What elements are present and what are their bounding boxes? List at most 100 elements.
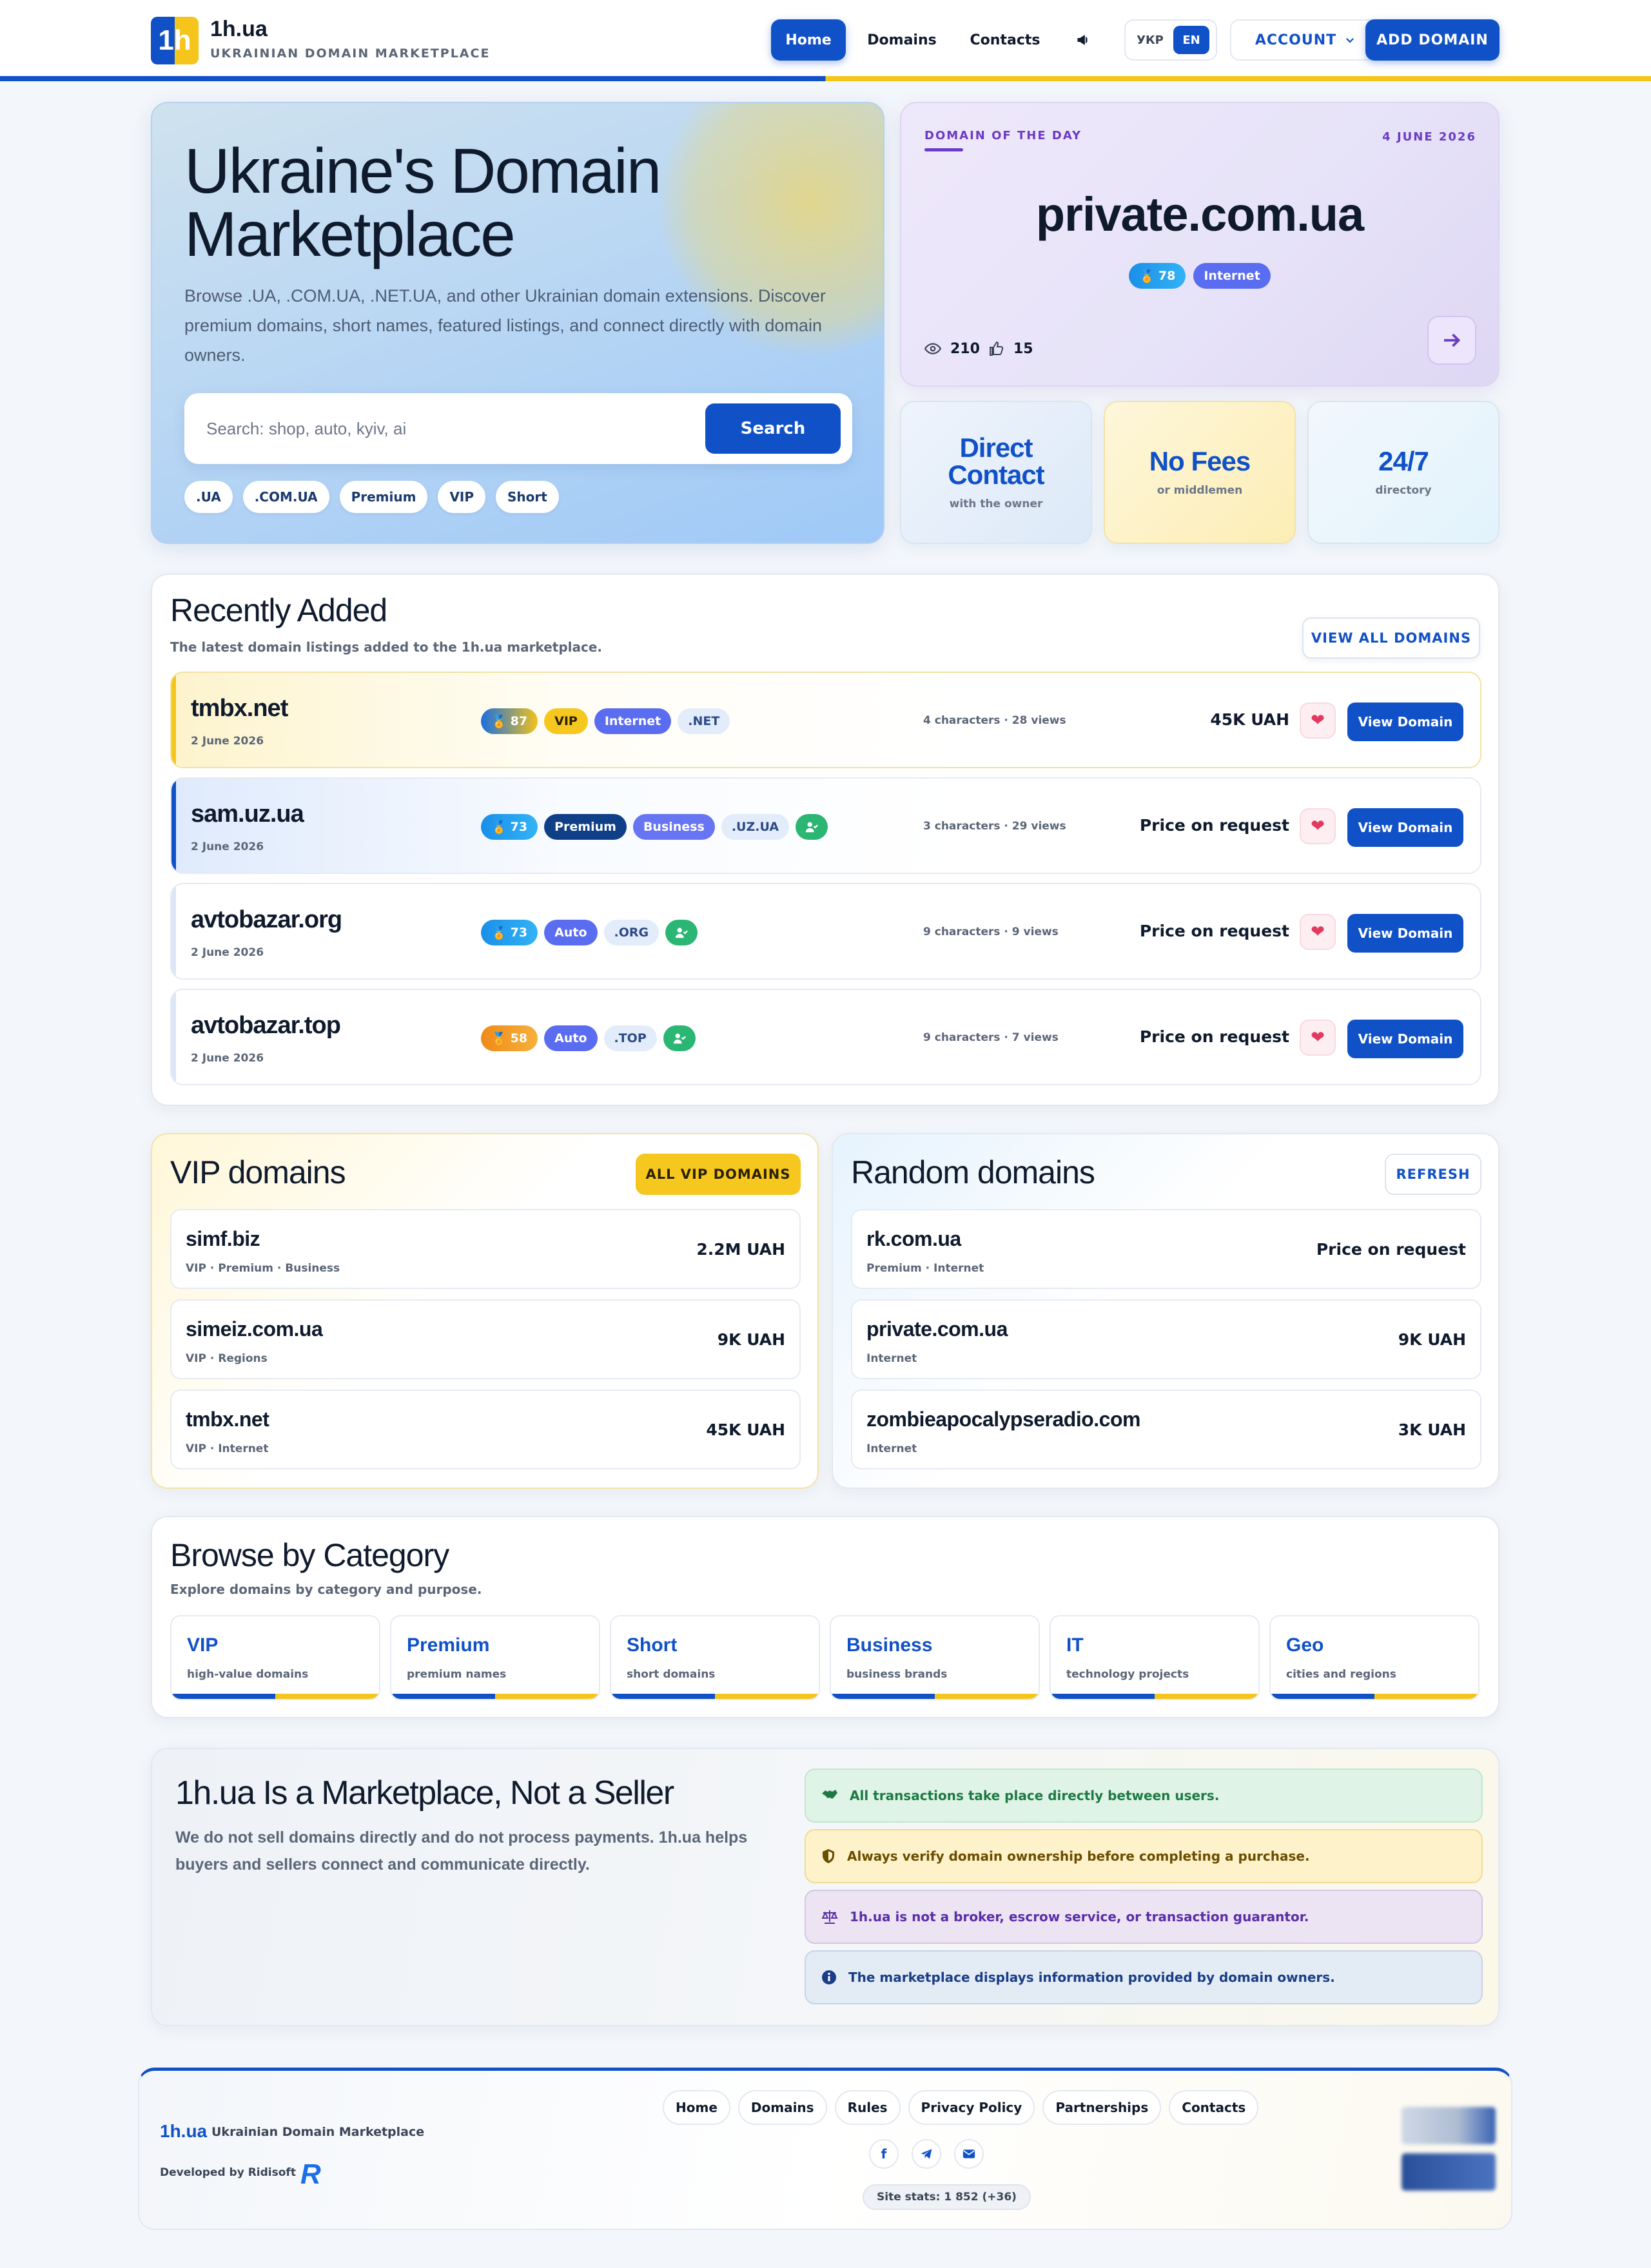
lang-en-button[interactable]: EN bbox=[1173, 26, 1209, 54]
domain-name[interactable]: rk.com.ua bbox=[866, 1227, 961, 1251]
email-icon[interactable] bbox=[954, 2139, 984, 2169]
medal-icon: 🏅 bbox=[491, 926, 507, 940]
domain-of-the-day-card[interactable]: DOMAIN OF THE DAY 4 JUNE 2026 private.co… bbox=[900, 102, 1500, 387]
domain-name[interactable]: simeiz.com.ua bbox=[186, 1317, 323, 1341]
domain-name[interactable]: tmbx.net bbox=[191, 695, 288, 722]
list-item[interactable]: simf.biz VIP · Premium · Business 2.2M U… bbox=[170, 1209, 801, 1289]
domain-price: 9K UAH bbox=[1398, 1330, 1466, 1349]
chip-ua[interactable]: .UA bbox=[184, 481, 233, 513]
domain-price: 9K UAH bbox=[717, 1330, 785, 1349]
domain-name[interactable]: tmbx.net bbox=[186, 1408, 269, 1431]
category-title: Premium bbox=[407, 1634, 490, 1656]
alert-text: The marketplace displays information pro… bbox=[848, 1970, 1335, 1985]
heart-icon[interactable]: ❤ bbox=[1300, 703, 1336, 739]
domain-name[interactable]: sam.uz.ua bbox=[191, 800, 304, 828]
heart-icon[interactable]: ❤ bbox=[1300, 914, 1336, 950]
account-label: ACCOUNT bbox=[1255, 32, 1337, 48]
lang-ukr-button[interactable]: УКР bbox=[1132, 26, 1168, 54]
list-item[interactable]: zombieapocalypseradio.com Internet 3K UA… bbox=[851, 1390, 1481, 1469]
heart-icon[interactable]: ❤ bbox=[1300, 808, 1336, 844]
view-all-domains-button[interactable]: VIEW ALL DOMAINS bbox=[1302, 617, 1480, 659]
list-item[interactable]: tmbx.net VIP · Internet 45K UAH bbox=[170, 1390, 801, 1469]
info-icon bbox=[822, 1970, 836, 1984]
category-short[interactable]: Short short domains bbox=[610, 1615, 820, 1700]
alert-not-broker: 1h.ua is not a broker, escrow service, o… bbox=[805, 1890, 1483, 1944]
section-subtitle: The latest domain listings added to the … bbox=[170, 639, 602, 655]
view-domain-button[interactable]: View Domain bbox=[1347, 1020, 1463, 1058]
list-item[interactable]: private.com.ua Internet 9K UAH bbox=[851, 1299, 1481, 1379]
nav-domains[interactable]: Domains bbox=[857, 19, 946, 61]
footer-link-domains[interactable]: Domains bbox=[738, 2090, 827, 2125]
feature-sub: with the owner bbox=[949, 498, 1043, 510]
view-domain-button[interactable]: View Domain bbox=[1347, 808, 1463, 847]
footer-link-contacts[interactable]: Contacts bbox=[1169, 2090, 1259, 2125]
domain-row[interactable]: avtobazar.org 2 June 2026 🏅 73 Auto .ORG … bbox=[170, 883, 1481, 980]
category-bar bbox=[171, 1694, 379, 1699]
telegram-icon[interactable] bbox=[912, 2139, 941, 2169]
footer-link-partnerships[interactable]: Partnerships bbox=[1042, 2090, 1162, 2125]
megaphone-icon[interactable] bbox=[1065, 19, 1104, 61]
category-vip[interactable]: VIP high-value domains bbox=[170, 1615, 380, 1700]
domain-meta: 9 characters · 7 views bbox=[923, 1031, 1059, 1044]
category-title: IT bbox=[1066, 1634, 1084, 1656]
category-sub: premium names bbox=[407, 1668, 507, 1681]
domain-name[interactable]: avtobazar.top bbox=[191, 1012, 341, 1040]
domain-badges: 🏅 58 Auto .TOP bbox=[481, 1025, 696, 1051]
payment-badge-image bbox=[1402, 2107, 1496, 2144]
category-sub: high-value domains bbox=[187, 1668, 309, 1681]
category-it[interactable]: IT technology projects bbox=[1050, 1615, 1260, 1700]
category-bar bbox=[831, 1694, 1039, 1699]
category-business[interactable]: Business business brands bbox=[830, 1615, 1040, 1700]
domain-price: Price on request bbox=[1139, 1027, 1289, 1046]
domain-name[interactable]: zombieapocalypseradio.com bbox=[866, 1408, 1140, 1431]
header-divider bbox=[0, 76, 1651, 81]
search-input[interactable] bbox=[206, 411, 683, 446]
nav-contacts[interactable]: Contacts bbox=[961, 19, 1050, 61]
domain-row[interactable]: tmbx.net 2 June 2026 🏅 87 VIP Internet .N… bbox=[170, 672, 1481, 768]
row-accent bbox=[171, 990, 176, 1084]
domain-date: 2 June 2026 bbox=[191, 840, 264, 853]
account-button[interactable]: ACCOUNT bbox=[1230, 19, 1381, 61]
chip-com-ua[interactable]: .COM.UA bbox=[242, 481, 329, 513]
developer-logo[interactable]: R bbox=[300, 2158, 321, 2191]
list-item[interactable]: rk.com.ua Premium · Internet Price on re… bbox=[851, 1209, 1481, 1289]
footer-link-home[interactable]: Home bbox=[663, 2090, 730, 2125]
chip-premium[interactable]: Premium bbox=[339, 481, 428, 513]
list-item[interactable]: simeiz.com.ua VIP · Regions 9K UAH bbox=[170, 1299, 801, 1379]
domain-name[interactable]: private.com.ua bbox=[866, 1317, 1008, 1341]
facebook-icon[interactable]: f bbox=[869, 2139, 899, 2169]
domain-tags: VIP · Premium · Business bbox=[186, 1262, 340, 1275]
brand-name[interactable]: 1h.ua bbox=[210, 17, 268, 42]
category-premium[interactable]: Premium premium names bbox=[390, 1615, 600, 1700]
footer-link-rules[interactable]: Rules bbox=[834, 2090, 901, 2125]
view-domain-button[interactable]: View Domain bbox=[1347, 703, 1463, 741]
search-button[interactable]: Search bbox=[705, 403, 841, 454]
footer-brand[interactable]: 1h.ua bbox=[160, 2121, 207, 2142]
recently-added-section: Recently Added The latest domain listing… bbox=[151, 574, 1500, 1106]
chevron-down-icon bbox=[1346, 37, 1354, 43]
domain-row[interactable]: sam.uz.ua 2 June 2026 🏅 73 Premium Busine… bbox=[170, 777, 1481, 874]
view-domain-button[interactable]: View Domain bbox=[1347, 914, 1463, 953]
category-geo[interactable]: Geo cities and regions bbox=[1269, 1615, 1480, 1700]
heart-icon[interactable]: ❤ bbox=[1300, 1020, 1336, 1056]
add-domain-button[interactable]: ADD DOMAIN bbox=[1365, 19, 1500, 61]
logo[interactable]: 1h bbox=[151, 17, 199, 64]
tag-badge: VIP bbox=[544, 708, 588, 734]
arrow-right-icon[interactable] bbox=[1427, 316, 1476, 365]
medal-icon: 🏅 bbox=[491, 1031, 507, 1046]
chip-vip[interactable]: VIP bbox=[438, 481, 486, 513]
domain-name[interactable]: simf.biz bbox=[186, 1227, 260, 1251]
category-title: Short bbox=[627, 1634, 678, 1656]
section-title: Browse by Category bbox=[170, 1537, 449, 1573]
all-vip-domains-button[interactable]: ALL VIP DOMAINS bbox=[636, 1154, 801, 1195]
domain-name[interactable]: avtobazar.org bbox=[191, 906, 342, 934]
dotd-domain-name[interactable]: private.com.ua bbox=[901, 187, 1498, 242]
domain-row[interactable]: avtobazar.top 2 June 2026 🏅 58 Auto .TOP … bbox=[170, 989, 1481, 1085]
chip-short[interactable]: Short bbox=[496, 481, 559, 513]
domain-tags: Premium · Internet bbox=[866, 1262, 984, 1275]
nav-home[interactable]: Home bbox=[771, 19, 846, 61]
footer-link-privacy[interactable]: Privacy Policy bbox=[908, 2090, 1035, 2125]
domain-badges: 🏅 87 VIP Internet .NET bbox=[481, 708, 730, 734]
alert-verify: Always verify domain ownership before co… bbox=[805, 1829, 1483, 1883]
refresh-button[interactable]: REFRESH bbox=[1385, 1154, 1481, 1195]
